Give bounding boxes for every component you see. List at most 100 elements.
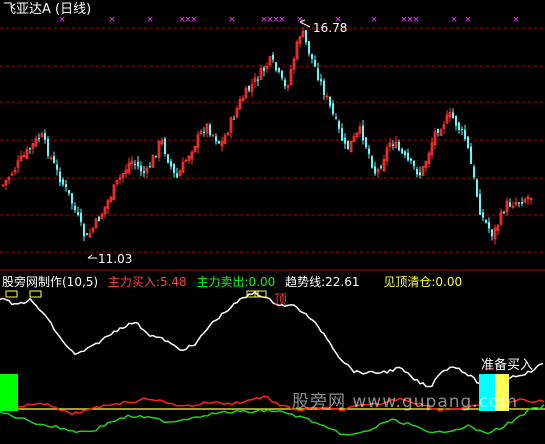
candle-body — [233, 118, 235, 120]
candle-body — [38, 138, 40, 140]
candle-body — [275, 62, 277, 71]
candle-body — [521, 202, 523, 204]
green-signal-bar — [0, 374, 18, 411]
candle-body — [209, 124, 211, 135]
candle-body — [317, 68, 319, 80]
candle-body — [332, 103, 334, 115]
candle-body — [65, 183, 67, 188]
top-marker: × — [278, 15, 286, 25]
candle-body — [503, 212, 505, 214]
candle-body — [401, 148, 403, 154]
top-signal-box — [29, 290, 42, 298]
candle-body — [263, 67, 265, 71]
candle-body — [437, 128, 439, 133]
candle-body — [470, 146, 472, 164]
trend-line — [0, 290, 544, 389]
candle-body — [323, 80, 325, 96]
candle-body — [344, 137, 346, 144]
candle-body — [98, 216, 100, 222]
candle-body — [341, 128, 343, 141]
stock-chart[interactable]: × × × ××× × ×××× × × × ××× × × × — [0, 0, 545, 444]
top-clear-value: 见顶清仓:0.00 — [383, 275, 463, 289]
candle-body — [416, 169, 418, 175]
candle-body — [410, 158, 412, 161]
candle-body — [155, 155, 157, 157]
top-signal-box — [5, 290, 18, 298]
trend-value: 趋势线:22.61 — [285, 275, 360, 289]
candle-body — [509, 202, 511, 207]
candle-body — [305, 30, 307, 43]
top-marker: × — [146, 15, 154, 25]
main-sell-value: 主力卖出:0.00 — [196, 275, 276, 289]
candle-body — [404, 151, 406, 156]
candle-body — [452, 112, 454, 119]
candle-body — [419, 172, 421, 176]
candle-body — [218, 140, 220, 144]
low-price-label: 11.03 — [98, 252, 133, 266]
candle-body — [347, 140, 349, 149]
candle-body — [47, 138, 49, 156]
candle-body — [77, 211, 79, 215]
candle-body — [71, 193, 73, 204]
candle-body — [518, 202, 520, 204]
candle-body — [380, 166, 382, 168]
candle-body — [368, 148, 370, 155]
high-price-label: 16.78 — [313, 21, 348, 35]
candle-body — [29, 148, 31, 150]
candle-body — [62, 179, 64, 185]
candle-body — [491, 229, 493, 237]
top-marker: × — [412, 15, 420, 25]
candle-body — [407, 152, 409, 161]
candle-body — [278, 68, 280, 72]
candle-body — [488, 222, 490, 229]
candle-body — [83, 224, 85, 237]
candle-body — [464, 129, 466, 139]
top-marker: × — [370, 15, 378, 25]
candle-body — [311, 53, 313, 59]
candle-body — [44, 133, 46, 140]
candle-body — [329, 96, 331, 106]
candle-body — [308, 41, 310, 54]
candle-body — [482, 212, 484, 218]
top-marker: × — [228, 15, 236, 25]
candle-body — [56, 164, 58, 170]
candle-body — [371, 156, 373, 168]
candle-body — [281, 70, 283, 79]
candle-body — [458, 122, 460, 131]
top-marker: × — [512, 15, 520, 25]
candle-body — [479, 194, 481, 215]
candle-body — [476, 179, 478, 197]
candle-body — [272, 55, 274, 60]
chart-title: 飞亚达A (日线) — [3, 2, 92, 17]
candle-body — [86, 233, 88, 236]
candlestick-series[interactable] — [1, 26, 533, 245]
top-marker: × — [450, 15, 458, 25]
watermark: 股旁网 www.gupang.com — [292, 392, 519, 412]
candle-body — [167, 154, 169, 163]
top-marker: × — [190, 15, 198, 25]
candle-body — [365, 137, 367, 148]
indicator-name: 股旁网制作(10,5) — [2, 275, 99, 289]
candle-body — [53, 156, 55, 163]
candle-body — [173, 163, 175, 173]
candle-body — [137, 161, 139, 167]
candle-body — [338, 121, 340, 129]
candle-body — [143, 171, 145, 174]
candle-body — [140, 165, 142, 172]
top-marker: × — [464, 15, 472, 25]
indicator-panel[interactable] — [0, 290, 545, 436]
candle-body — [74, 205, 76, 211]
candle-body — [362, 125, 364, 141]
candle-body — [320, 79, 322, 82]
candle-body — [80, 212, 82, 222]
candle-body — [314, 59, 316, 67]
candle-body — [170, 161, 172, 167]
candle-body — [215, 136, 217, 142]
candle-body — [392, 144, 394, 147]
candle-body — [149, 166, 151, 168]
indicator-legend: 股旁网制作(10,5) 主力买入:5.48 主力卖出:0.00 趋势线:22.6… — [2, 276, 468, 288]
candle-body — [335, 117, 337, 119]
main-buy-value: 主力买入:5.48 — [107, 275, 187, 289]
top-signal-label: 顶 — [274, 293, 288, 308]
candle-body — [257, 79, 259, 81]
